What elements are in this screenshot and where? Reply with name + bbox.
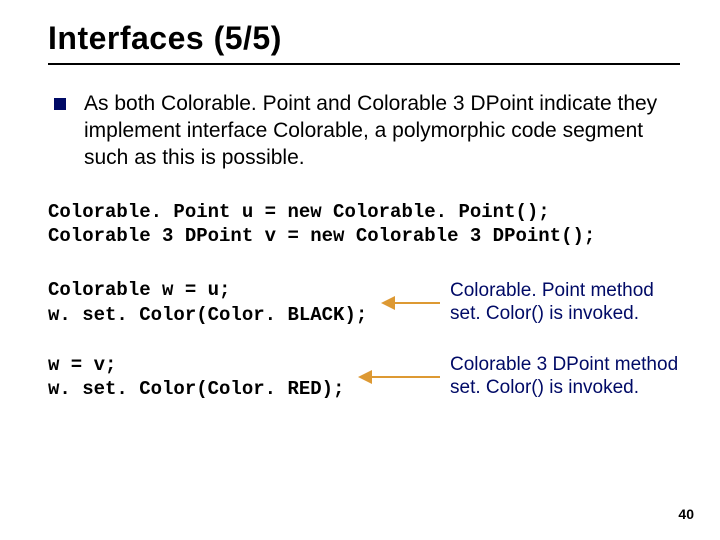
square-bullet-icon xyxy=(54,98,66,110)
code-line: w = v; xyxy=(48,353,344,377)
annotation-2: Colorable 3 DPoint method set. Color() i… xyxy=(450,354,680,400)
page-title: Interfaces (5/5) xyxy=(48,20,680,57)
code-block-2: Colorable w = u; w. set. Color(Color. BL… xyxy=(48,278,367,327)
slide: Interfaces (5/5) As both Colorable. Poin… xyxy=(0,0,720,540)
title-underline xyxy=(48,63,680,65)
code-line: Colorable w = u; xyxy=(48,278,367,302)
bullet-item: As both Colorable. Point and Colorable 3… xyxy=(48,91,680,172)
annotation-line: set. Color() is invoked. xyxy=(450,377,680,400)
annotation-line: set. Color() is invoked. xyxy=(450,303,680,326)
page-number: 40 xyxy=(678,506,694,522)
code-line: w. set. Color(Color. RED); xyxy=(48,377,344,401)
code-line: w. set. Color(Color. BLACK); xyxy=(48,303,367,327)
code-block-1: Colorable. Point u = new Colorable. Poin… xyxy=(48,200,680,249)
arrow-left-icon xyxy=(358,370,440,384)
annotation-line: Colorable. Point method xyxy=(450,280,680,303)
arrow-line xyxy=(372,376,440,378)
arrow-head-icon xyxy=(381,296,395,310)
code-annotation-row: w = v; w. set. Color(Color. RED); Colora… xyxy=(48,353,680,402)
annotation-1: Colorable. Point method set. Color() is … xyxy=(450,280,680,326)
bullet-text: As both Colorable. Point and Colorable 3… xyxy=(84,91,680,172)
arrow-left-icon xyxy=(381,296,440,310)
code-line: Colorable 3 DPoint v = new Colorable 3 D… xyxy=(48,224,680,248)
code-line: Colorable. Point u = new Colorable. Poin… xyxy=(48,200,680,224)
arrow-line xyxy=(395,302,440,304)
code-annotation-row: Colorable w = u; w. set. Color(Color. BL… xyxy=(48,278,680,327)
code-block-3: w = v; w. set. Color(Color. RED); xyxy=(48,353,344,402)
arrow-head-icon xyxy=(358,370,372,384)
annotation-line: Colorable 3 DPoint method xyxy=(450,354,680,377)
